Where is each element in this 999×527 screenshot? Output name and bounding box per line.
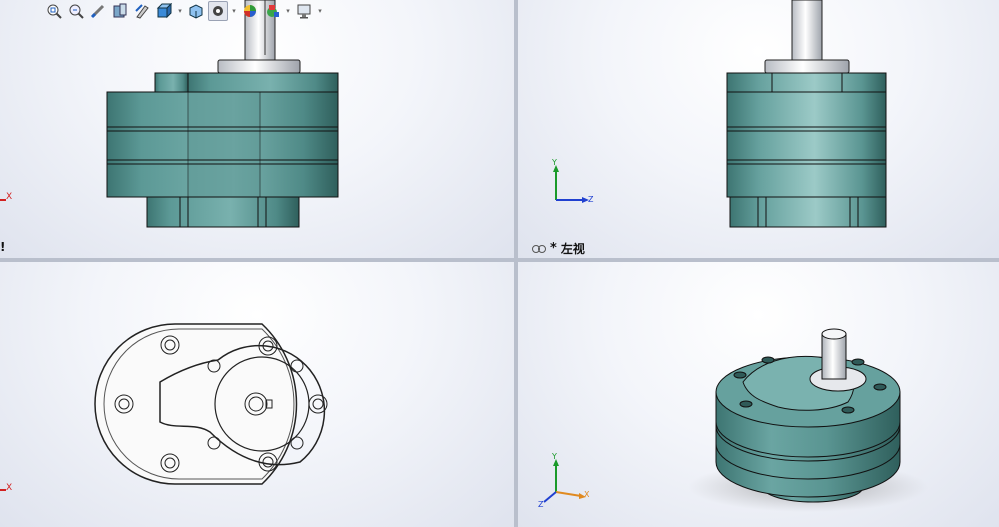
display-style-icon[interactable] (186, 1, 206, 21)
heads-up-view-toolbar: ▾ ▾ ▾ ▾ (44, 0, 324, 22)
modified-marker: * (550, 241, 557, 256)
zoom-to-area-icon[interactable] (66, 1, 86, 21)
apply-scene-icon[interactable] (262, 1, 282, 21)
view-settings-icon[interactable] (294, 1, 314, 21)
apply-scene-dropdown[interactable]: ▾ (284, 1, 292, 21)
viewport-front[interactable]: X ! (0, 0, 514, 258)
hide-show-items-icon[interactable] (208, 1, 228, 21)
viewport-splitter-horizontal[interactable] (0, 258, 999, 262)
left-view-name: 左视 (560, 242, 585, 256)
viewport-splitter-vertical[interactable] (514, 0, 518, 527)
viewport-isometric[interactable]: Y X Z (518, 262, 999, 527)
dynamic-annotation-icon[interactable] (132, 1, 152, 21)
coordinate-triad-iso (543, 459, 586, 503)
triad-z-label-iso: Z (538, 500, 544, 509)
triad-x-label: X (6, 192, 13, 202)
hide-show-dropdown[interactable]: ▾ (230, 1, 238, 21)
front-view-model[interactable] (0, 0, 514, 258)
view-orientation-icon[interactable] (154, 1, 174, 21)
view-orientation-dropdown[interactable]: ▾ (176, 1, 184, 21)
previous-view-icon[interactable] (88, 1, 108, 21)
viewport-label-left: * 左视 (532, 240, 585, 257)
edit-appearance-icon[interactable] (240, 1, 260, 21)
triad-y-label: Y (552, 158, 557, 167)
triad-x-label-iso: X (584, 490, 590, 499)
zoom-to-fit-icon[interactable] (44, 1, 64, 21)
viewport-top[interactable]: X (0, 262, 514, 527)
link-views-icon[interactable] (532, 244, 546, 253)
triad-z-label: Z (588, 195, 594, 204)
left-view-model[interactable] (518, 0, 999, 258)
viewport-left[interactable]: Y Z * 左视 (518, 0, 999, 258)
triad-y-label-iso: Y (552, 452, 557, 461)
section-view-icon[interactable] (110, 1, 130, 21)
triad-x-label-top: X (6, 483, 13, 493)
viewport-label-front: ! (0, 240, 6, 254)
view-settings-dropdown[interactable]: ▾ (316, 1, 324, 21)
top-view-model[interactable] (0, 262, 514, 527)
